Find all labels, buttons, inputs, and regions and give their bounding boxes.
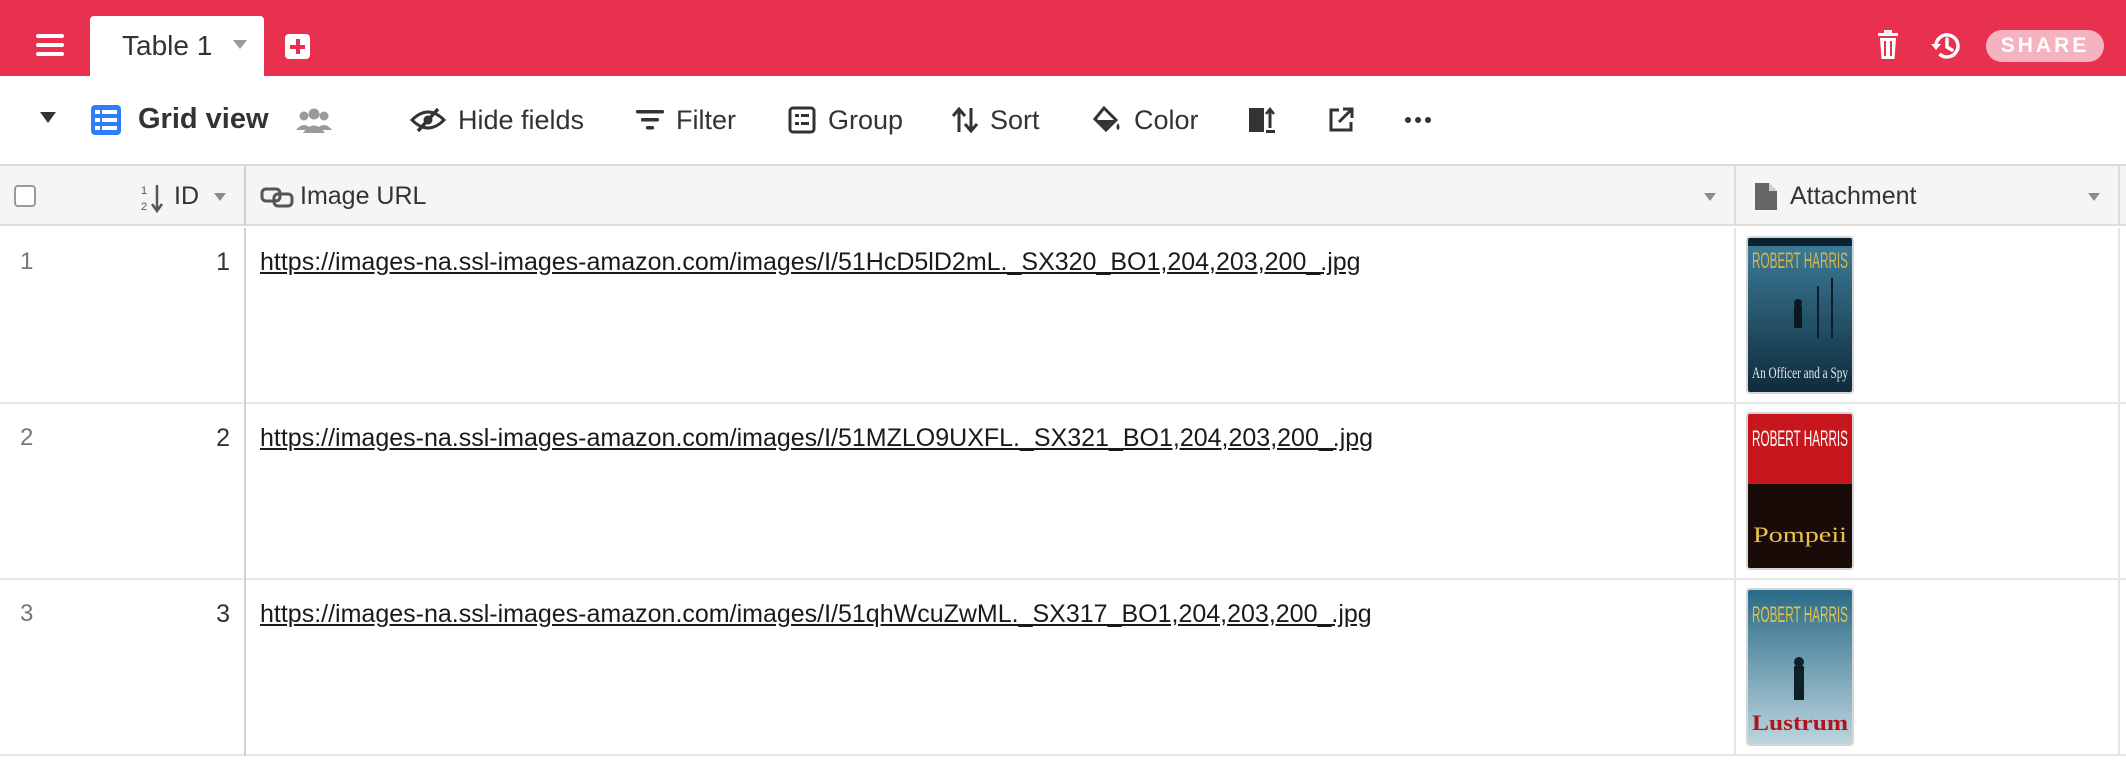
history-icon[interactable] [1930,30,1962,62]
grid-view-icon[interactable] [90,104,122,136]
column-header-label: Image URL [300,182,427,210]
filter-label: Filter [676,104,736,135]
cover-title-text: Lustrum [1752,710,1848,735]
sort-icon [952,106,978,134]
hamburger-menu-icon[interactable] [36,34,64,56]
chevron-down-icon[interactable] [233,40,247,49]
hide-fields-button[interactable]: Hide fields [410,100,584,140]
cover-author-text: ROBERT HARRIS [1752,248,1848,273]
table-row[interactable]: 3 3 https://images-na.ssl-images-amazon.… [0,580,2126,756]
row-height-button[interactable] [1248,100,1276,140]
table-row[interactable]: 1 1 https://images-na.ssl-images-amazon.… [0,228,2126,404]
link-icon [260,187,294,208]
id-cell[interactable]: 3 3 [0,580,246,756]
id-cell[interactable]: 1 1 [0,228,246,404]
tab-label: Table 1 [122,30,213,61]
svg-text:2: 2 [141,201,147,213]
chevron-down-icon[interactable] [2088,193,2100,201]
sort-label: Sort [990,104,1040,135]
id-cell[interactable]: 2 2 [0,404,246,580]
row-number: 3 [20,600,34,627]
row-number: 1 [20,248,34,275]
column-header-image-url[interactable]: Image URL [248,166,1736,226]
group-button[interactable]: Group [788,100,903,140]
cover-title-text: An Officer and a Spy [1752,365,1848,382]
color-button[interactable]: Color [1092,100,1199,140]
document-icon [1755,183,1777,210]
data-grid: 1 2 ID Image URL Attachment 1 1 https://… [0,166,2126,770]
share-view-icon [1329,107,1354,132]
svg-text:1: 1 [141,185,147,197]
view-name[interactable]: Grid view [138,103,269,136]
table-row[interactable]: 2 2 https://images-na.ssl-images-amazon.… [0,404,2126,580]
chevron-down-icon[interactable] [214,193,226,201]
view-toolbar: Grid view Hide fields Filter Group Sort … [0,76,2126,166]
sort-button[interactable]: Sort [952,100,1040,140]
attachment-cell[interactable]: ROBERT HARRIS Pompeii [1738,404,2120,580]
image-url-link[interactable]: https://images-na.ssl-images-amazon.com/… [260,424,1373,453]
hide-fields-label: Hide fields [458,104,585,135]
tab-table-1[interactable]: Table 1 [90,16,264,76]
book-cover-pompeii: ROBERT HARRIS Pompeii [1748,414,1852,568]
row-height-icon [1249,106,1275,133]
add-table-icon[interactable] [285,34,310,59]
column-header-id[interactable]: 1 2 ID [0,166,246,226]
book-cover-lustrum: ROBERT HARRIS Lustrum [1748,590,1852,744]
image-url-link[interactable]: https://images-na.ssl-images-amazon.com/… [260,600,1372,629]
select-all-checkbox[interactable] [14,185,36,207]
image-url-cell[interactable]: https://images-na.ssl-images-amazon.com/… [248,580,1736,756]
image-url-cell[interactable]: https://images-na.ssl-images-amazon.com/… [248,228,1736,404]
more-options-button[interactable] [1404,100,1432,140]
attachment-cell[interactable]: ROBERT HARRIS Lustrum [1738,580,2120,756]
group-icon [788,106,816,134]
attachment-thumbnail[interactable]: ROBERT HARRIS Lustrum [1746,588,1854,746]
id-value: 1 [216,248,230,276]
top-bar: Table 1 SHARE [0,0,2126,76]
color-bucket-icon [1092,105,1120,133]
group-label: Group [828,104,904,135]
color-label: Color [1134,104,1199,135]
hide-fields-icon [410,107,446,133]
image-url-link[interactable]: https://images-na.ssl-images-amazon.com/… [260,248,1361,277]
column-header-attachment[interactable]: Attachment [1738,166,2120,226]
chevron-down-icon[interactable] [1704,193,1716,201]
attachment-thumbnail[interactable]: ROBERT HARRIS Pompeii [1746,412,1854,570]
attachment-thumbnail[interactable]: ROBERT HARRIS An Officer and a Spy [1746,236,1854,394]
column-header-label: ID [174,182,199,210]
more-options-icon [1405,117,1431,123]
id-value: 3 [216,600,230,628]
share-button[interactable]: SHARE [1986,30,2104,62]
filter-button[interactable]: Filter [636,100,736,140]
row-number: 2 [20,424,34,451]
cover-title-text: Pompeii [1753,522,1847,547]
column-header-label: Attachment [1790,182,1917,210]
view-switcher-caret-icon[interactable] [40,112,56,123]
filter-icon [636,110,664,130]
autonumber-icon: 1 2 [141,185,164,213]
share-view-button[interactable] [1328,100,1354,140]
id-value: 2 [216,424,230,452]
cover-author-text: ROBERT HARRIS [1752,602,1848,627]
trash-icon[interactable] [1877,30,1899,60]
book-cover-officer-and-a-spy: ROBERT HARRIS An Officer and a Spy [1748,238,1852,392]
image-url-cell[interactable]: https://images-na.ssl-images-amazon.com/… [248,404,1736,580]
attachment-cell[interactable]: ROBERT HARRIS An Officer and a Spy [1738,228,2120,404]
collaborators-icon[interactable] [296,106,332,134]
cover-author-text: ROBERT HARRIS [1752,426,1848,451]
column-header-row: 1 2 ID Image URL Attachment [0,166,2126,226]
